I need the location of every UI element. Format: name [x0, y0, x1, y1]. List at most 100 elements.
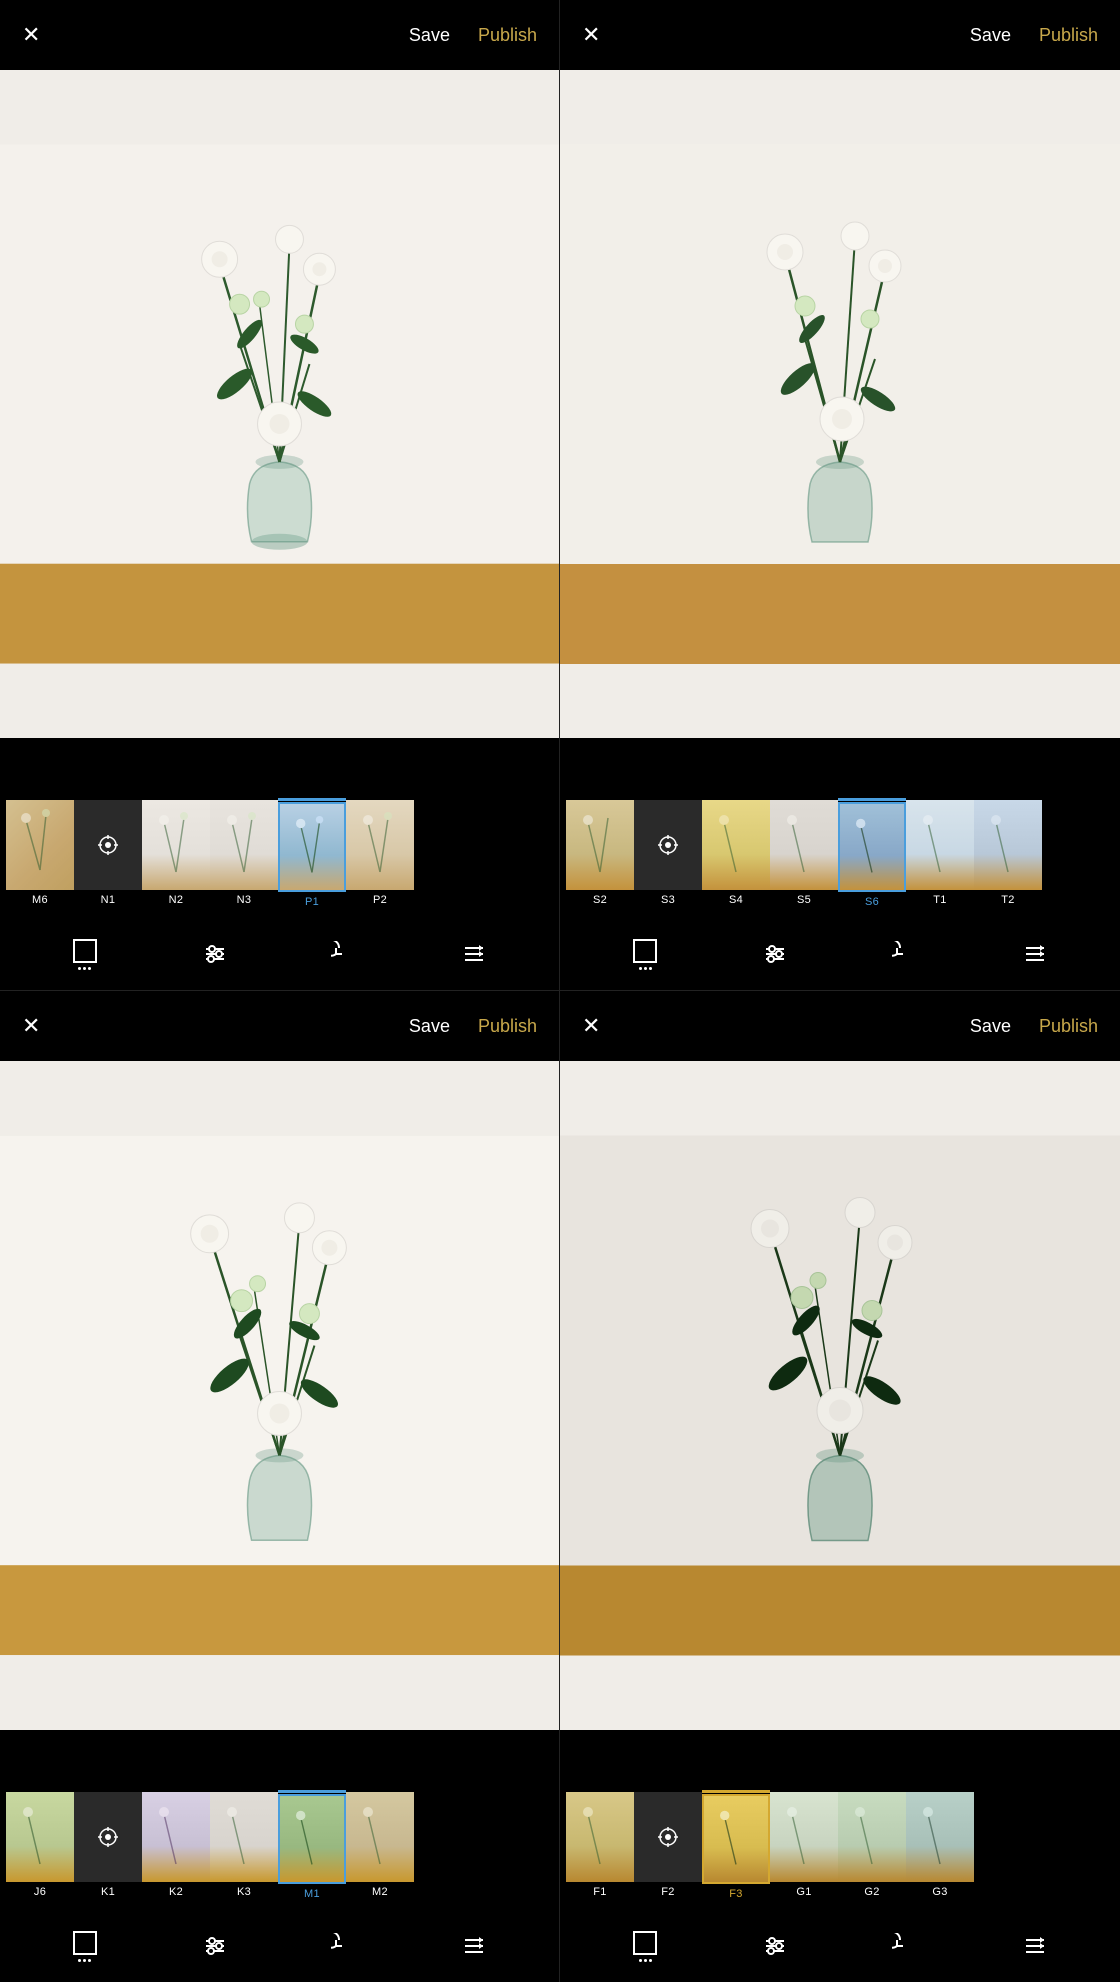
filter-j6[interactable]: J6: [6, 1792, 74, 1898]
panel-1: ✕ Save Publish: [0, 0, 560, 991]
app-grid: ✕ Save Publish: [0, 0, 1120, 1982]
bottom-toolbar-2: [560, 918, 1120, 990]
filter-list-1: M6 N1 N2: [0, 798, 420, 908]
filter-f1[interactable]: F1: [566, 1792, 634, 1898]
filter-strip-4: F1 F2 F3: [560, 1780, 1120, 1910]
filter-s3-center: [634, 800, 702, 890]
topbar-3: ✕ Save Publish: [0, 991, 559, 1061]
photo-4: [560, 1061, 1120, 1730]
topbar-actions-1: Save Publish: [409, 25, 537, 46]
history-tool-4[interactable]: [892, 1933, 918, 1959]
close-button-4[interactable]: ✕: [582, 1013, 600, 1039]
filter-n2[interactable]: N2: [142, 800, 210, 906]
filter-t2-label: T2: [1001, 894, 1014, 906]
photo-1: [0, 70, 559, 738]
filter-strip-3: J6 K1 K2: [0, 1780, 559, 1910]
preset-tool-2[interactable]: [1022, 941, 1048, 967]
save-button-3[interactable]: Save: [409, 1016, 450, 1037]
filter-g3[interactable]: G3: [906, 1792, 974, 1898]
adjust-tool-1[interactable]: [202, 941, 228, 967]
filter-k2[interactable]: K2: [142, 1792, 210, 1898]
spacer-1: [0, 738, 559, 788]
filter-s2[interactable]: S2: [566, 800, 634, 906]
filter-s5-label: S5: [797, 894, 811, 906]
save-button-2[interactable]: Save: [970, 25, 1011, 46]
spacer-4: [560, 1730, 1120, 1780]
publish-button-2[interactable]: Publish: [1039, 25, 1098, 46]
frame-dots-3: [78, 1959, 91, 1962]
frame-tool-3[interactable]: [72, 1930, 98, 1962]
close-button-1[interactable]: ✕: [22, 22, 40, 48]
close-button-3[interactable]: ✕: [22, 1013, 40, 1039]
filter-p2[interactable]: P2: [346, 800, 414, 906]
save-button-1[interactable]: Save: [409, 25, 450, 46]
adjust-tool-4[interactable]: [762, 1933, 788, 1959]
filter-k1[interactable]: K1: [74, 1792, 142, 1898]
filter-n3[interactable]: N3: [210, 800, 278, 906]
adjust-tool-3[interactable]: [202, 1933, 228, 1959]
filter-s3[interactable]: S3: [634, 800, 702, 906]
filter-n1-label: N1: [101, 894, 116, 906]
adjust-tool-2[interactable]: [762, 941, 788, 967]
filter-t1-label: T1: [933, 894, 946, 906]
filter-n2-label: N2: [169, 894, 184, 906]
filter-m1[interactable]: M1: [278, 1790, 346, 1900]
topbar-1: ✕ Save Publish: [0, 0, 559, 70]
panel-2: ✕ Save Publish: [560, 0, 1120, 991]
filter-k3-label: K3: [237, 1886, 251, 1898]
preset-tool-1[interactable]: [461, 941, 487, 967]
photo-area-4: [560, 1061, 1120, 1730]
preset-tool-3[interactable]: [461, 1933, 487, 1959]
filter-t2[interactable]: T2: [974, 800, 1042, 906]
filter-s5[interactable]: S5: [770, 800, 838, 906]
filter-m6[interactable]: M6: [6, 800, 74, 906]
history-tool-1[interactable]: [331, 941, 357, 967]
filter-p2-label: P2: [373, 894, 387, 906]
close-button-2[interactable]: ✕: [582, 22, 600, 48]
filter-m1-active-bar: [278, 1790, 346, 1793]
filter-s6[interactable]: S6: [838, 798, 906, 908]
filter-strip-2: S2 S3 S4: [560, 788, 1120, 918]
photo-area-2: [560, 70, 1120, 738]
frame-tool-1[interactable]: [72, 938, 98, 970]
history-tool-3[interactable]: [331, 1933, 357, 1959]
photo-3: [0, 1061, 559, 1730]
filter-k2-label: K2: [169, 1886, 183, 1898]
publish-button-1[interactable]: Publish: [478, 25, 537, 46]
bottom-toolbar-1: [0, 918, 559, 990]
filter-s3-label: S3: [661, 894, 675, 906]
publish-button-4[interactable]: Publish: [1039, 1016, 1098, 1037]
filter-g3-label: G3: [932, 1886, 947, 1898]
filter-t1[interactable]: T1: [906, 800, 974, 906]
filter-f3-active-bar: [702, 1790, 770, 1793]
filter-n1[interactable]: N1: [74, 800, 142, 906]
photo-area-3: [0, 1061, 559, 1730]
bottom-toolbar-4: [560, 1910, 1120, 1982]
bottom-toolbar-3: [0, 1910, 559, 1982]
filter-s4[interactable]: S4: [702, 800, 770, 906]
publish-button-3[interactable]: Publish: [478, 1016, 537, 1037]
frame-tool-4[interactable]: [632, 1930, 658, 1962]
topbar-actions-2: Save Publish: [970, 25, 1098, 46]
filter-g2[interactable]: G2: [838, 1792, 906, 1898]
filter-f3[interactable]: F3: [702, 1790, 770, 1900]
filter-g2-label: G2: [864, 1886, 879, 1898]
preset-tool-4[interactable]: [1022, 1933, 1048, 1959]
filter-m2[interactable]: M2: [346, 1792, 414, 1898]
history-tool-2[interactable]: [892, 941, 918, 967]
filter-n1-center: [74, 800, 142, 890]
filter-list-2: S2 S3 S4: [560, 798, 1048, 908]
filter-g1-label: G1: [796, 1886, 811, 1898]
photo-2: [560, 70, 1120, 738]
frame-dots-4: [639, 1959, 652, 1962]
filter-m2-label: M2: [372, 1886, 388, 1898]
filter-p1[interactable]: P1: [278, 798, 346, 908]
filter-f2[interactable]: F2: [634, 1792, 702, 1898]
filter-j6-label: J6: [34, 1886, 46, 1898]
filter-g1[interactable]: G1: [770, 1792, 838, 1898]
filter-k1-label: K1: [101, 1886, 115, 1898]
frame-tool-2[interactable]: [632, 938, 658, 970]
filter-k1-center: [74, 1792, 142, 1882]
save-button-4[interactable]: Save: [970, 1016, 1011, 1037]
filter-k3[interactable]: K3: [210, 1792, 278, 1898]
